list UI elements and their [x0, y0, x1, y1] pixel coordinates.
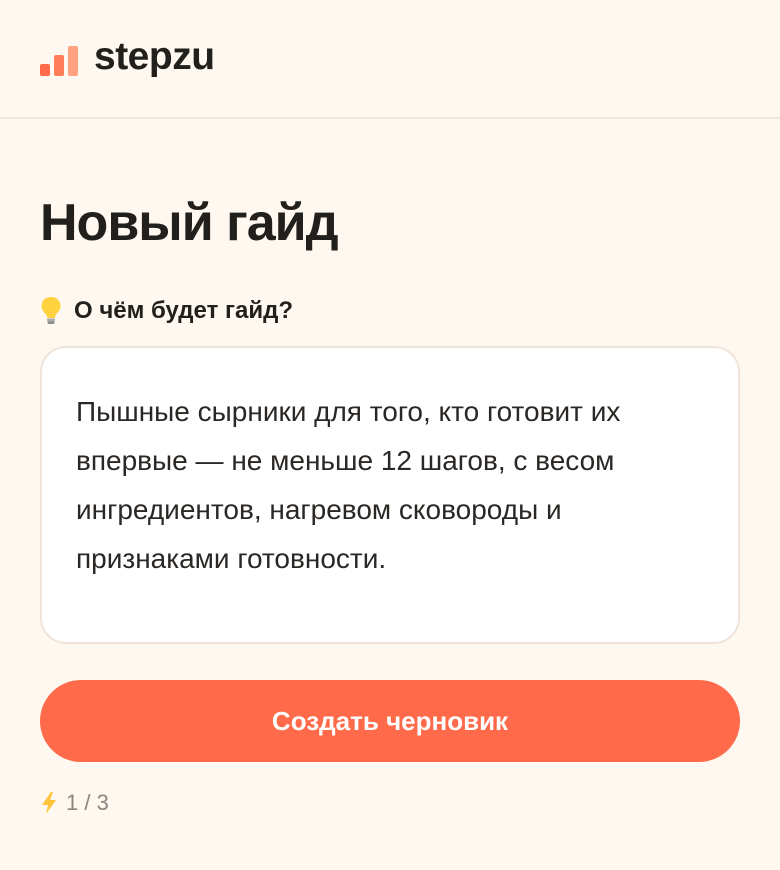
logo-bar-2: [54, 54, 64, 76]
app-header: stepzu: [0, 0, 780, 119]
usage-counter-text: 1 / 3: [66, 790, 109, 815]
lightbulb-icon: [41, 297, 61, 324]
guide-topic-field[interactable]: Пышные сырники для того, кто готовит их …: [40, 346, 740, 644]
prompt-label: О чём будет гайд?: [40, 296, 740, 326]
prompt-label-text: О чём будет гайд?: [74, 297, 293, 324]
lightning-icon: [42, 792, 56, 814]
logo-bar-1: [40, 63, 50, 76]
page-title: Новый гайд: [40, 194, 339, 252]
logo-bar-3: [68, 45, 78, 76]
usage-counter: 1 / 3: [40, 790, 740, 816]
guide-topic-input[interactable]: Пышные сырники для того, кто готовит их …: [76, 387, 704, 603]
brand-name[interactable]: stepzu: [94, 35, 215, 79]
main-content: Новый гайд О чём будет гайд? Пышные сырн…: [0, 197, 780, 816]
logo-bars-icon: [40, 44, 78, 76]
create-draft-button[interactable]: Создать черновик: [40, 680, 740, 762]
